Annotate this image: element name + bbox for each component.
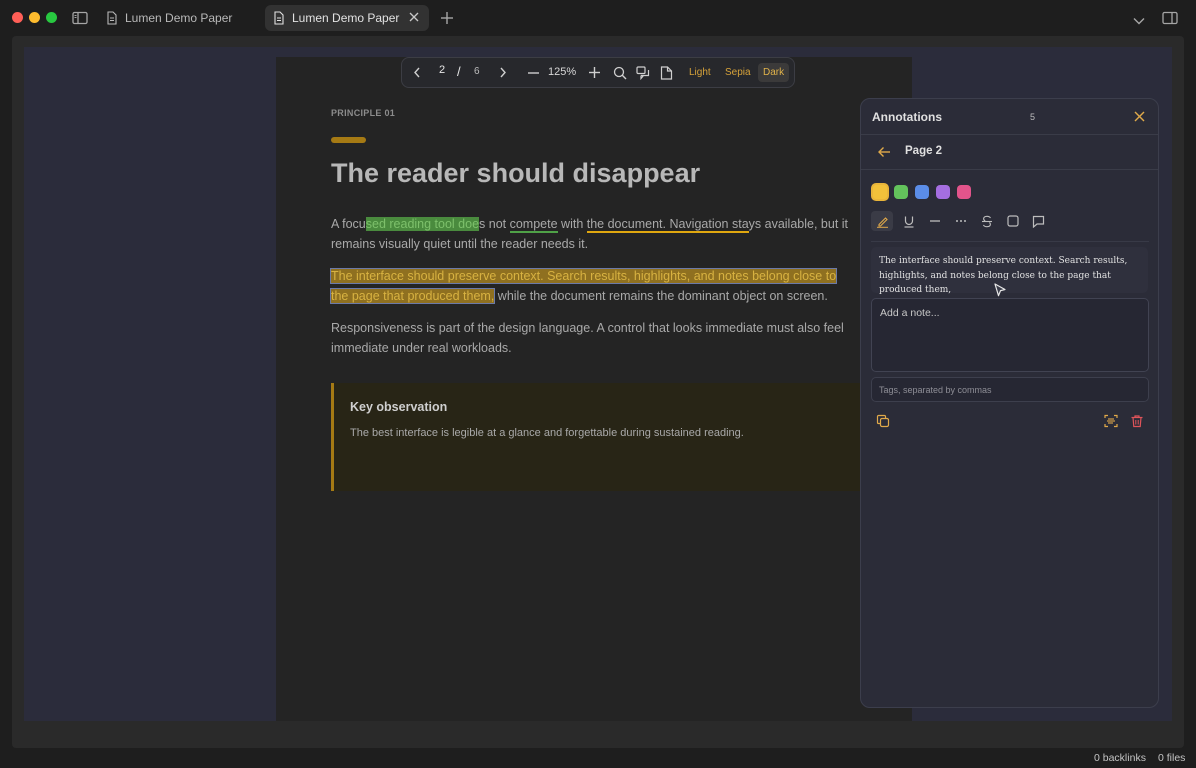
status-bar: 0 backlinks 0 files: [0, 748, 1196, 768]
search-icon[interactable]: [613, 66, 627, 80]
mouse-cursor-icon: [994, 283, 1006, 297]
page-title: The reader should disappear: [331, 158, 701, 188]
page-label: Page 2: [905, 145, 943, 157]
line-tool-button[interactable]: [924, 211, 946, 231]
tab-title: Lumen Demo Paper: [125, 11, 233, 25]
panel-header: Annotations 5: [861, 99, 1158, 135]
dotted-line-tool-button[interactable]: [950, 211, 972, 231]
close-tab-icon[interactable]: [408, 11, 420, 23]
annotations-panel: Annotations 5 Page 2 The interface shoul…: [860, 98, 1159, 708]
document-icon: [274, 11, 284, 25]
color-swatch-yellow[interactable]: [871, 183, 889, 201]
section-eyebrow: PRINCIPLE 01: [331, 108, 396, 118]
green-underline[interactable]: compete: [509, 217, 558, 233]
new-tab-icon[interactable]: [440, 11, 454, 25]
note-textarea[interactable]: [871, 298, 1149, 372]
zoom-level[interactable]: 125%: [548, 66, 576, 78]
underline-tool-button[interactable]: [898, 211, 920, 231]
page-number-input[interactable]: 2: [430, 64, 454, 76]
files-count[interactable]: 0 files: [1158, 752, 1185, 764]
minimize-window-button[interactable]: [29, 12, 40, 23]
scan-text-icon[interactable]: [1104, 414, 1118, 428]
paragraph-1[interactable]: A focused reading tool does not compete …: [331, 215, 851, 254]
highlight-tool-button[interactable]: [871, 211, 893, 231]
comment-icon: [1032, 215, 1044, 228]
strikethrough-icon: [982, 215, 992, 227]
close-window-button[interactable]: [12, 12, 23, 23]
panel-title: Annotations: [872, 110, 942, 124]
highlight-icon: [876, 216, 888, 228]
paragraph-3[interactable]: Responsiveness is part of the design lan…: [331, 319, 851, 358]
copy-icon[interactable]: [876, 414, 890, 428]
annotation-detail-header: Page 2: [861, 135, 1158, 170]
page-separator: /: [457, 64, 461, 79]
tab-lumen-demo-paper-2[interactable]: Lumen Demo Paper: [265, 5, 429, 31]
annotation-count-badge: 5: [1030, 112, 1036, 122]
color-swatch-blue[interactable]: [915, 185, 929, 199]
next-page-icon[interactable]: [499, 67, 507, 78]
strikethrough-line-icon: [930, 220, 940, 222]
document-icon: [107, 11, 117, 25]
comments-icon[interactable]: [636, 66, 650, 80]
box-tool-button[interactable]: [1002, 211, 1024, 231]
reader-toolbar: 2 / 6 125% Light Sepia Dark: [401, 57, 795, 88]
divider: [871, 241, 1149, 242]
chevron-down-icon[interactable]: [1133, 13, 1145, 25]
close-panel-icon[interactable]: [1134, 111, 1145, 122]
trash-icon[interactable]: [1130, 414, 1144, 428]
text-run: while the document remains the dominant …: [494, 288, 828, 303]
green-highlight[interactable]: sed reading tool doe: [365, 217, 480, 231]
title-bar: Lumen Demo Paper Lumen Demo Paper: [0, 0, 1196, 36]
yellow-underline[interactable]: the document. Navigation sta: [586, 217, 749, 233]
sidebar-toggle-icon[interactable]: [72, 11, 88, 25]
notebook-icon[interactable]: [660, 66, 673, 80]
strikethrough-tool-button[interactable]: [976, 211, 998, 231]
color-swatch-purple[interactable]: [936, 185, 950, 199]
annotation-quote: The interface should preserve context. S…: [871, 247, 1148, 295]
callout-body: The best interface is legible at a glanc…: [350, 427, 744, 439]
comment-tool-button[interactable]: [1027, 211, 1049, 231]
text-run: A focu: [331, 217, 366, 231]
total-pages: 6: [474, 66, 480, 77]
tab-lumen-demo-paper-1[interactable]: Lumen Demo Paper: [100, 5, 260, 31]
zoom-out-icon[interactable]: [528, 72, 539, 74]
color-swatch-pink[interactable]: [957, 185, 971, 199]
theme-sepia-button[interactable]: Sepia: [720, 63, 756, 82]
previous-page-icon[interactable]: [413, 67, 421, 78]
backlinks-count[interactable]: 0 backlinks: [1094, 752, 1146, 764]
callout-title: Key observation: [350, 400, 448, 414]
tags-input[interactable]: [871, 377, 1149, 402]
paragraph-2[interactable]: The interface should preserve context. S…: [329, 267, 851, 306]
back-arrow-icon[interactable]: [877, 146, 891, 158]
accent-bar: [331, 137, 366, 143]
text-run: with: [557, 217, 587, 231]
tab-title: Lumen Demo Paper: [292, 11, 400, 25]
box-icon: [1007, 215, 1019, 227]
underline-icon: [904, 216, 914, 228]
dotted-line-icon: [956, 220, 966, 222]
theme-light-button[interactable]: Light: [684, 63, 716, 82]
zoom-window-button[interactable]: [46, 12, 57, 23]
callout-box: Key observation The best interface is le…: [331, 383, 863, 491]
color-swatch-green[interactable]: [894, 185, 908, 199]
right-panel-toggle-icon[interactable]: [1162, 11, 1178, 25]
theme-dark-button[interactable]: Dark: [758, 63, 790, 82]
text-run: s not: [479, 217, 510, 231]
zoom-in-icon[interactable]: [589, 67, 600, 78]
